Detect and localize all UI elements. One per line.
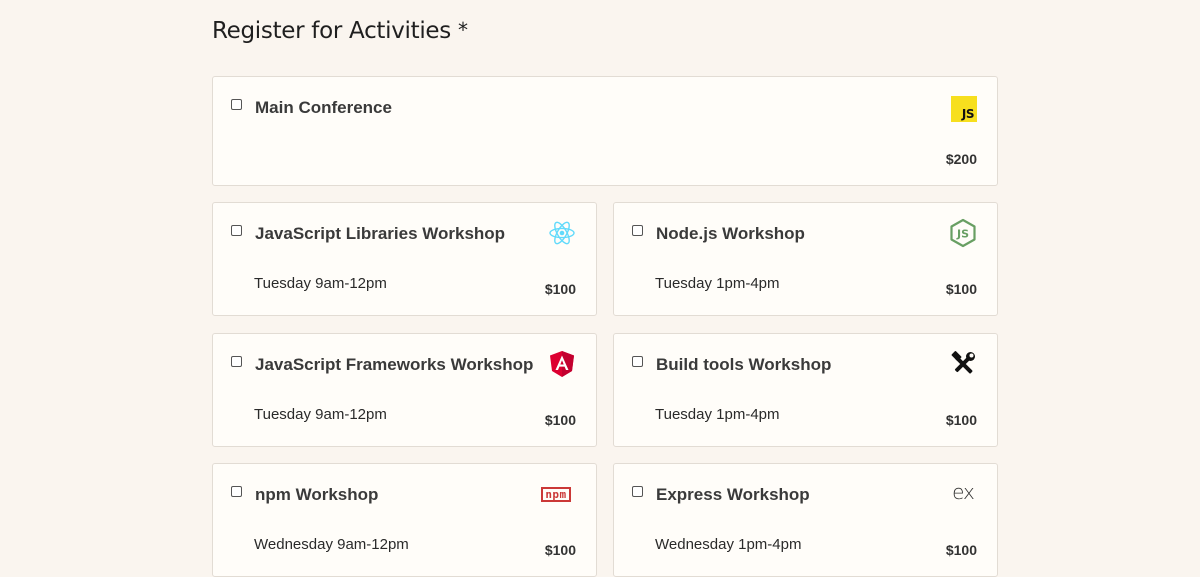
activity-price: $100 — [544, 542, 576, 558]
activity-price: $100 — [945, 542, 977, 558]
activity-card-main-conference[interactable]: Main Conference JS $200 — [212, 76, 998, 186]
activity-time: Tuesday 9am-12pm — [254, 406, 387, 423]
activity-card-nodejs[interactable]: Node.js Workshop JS Tuesday 1pm-4pm $100 — [613, 202, 998, 316]
activity-name: Build tools Workshop — [656, 355, 832, 374]
activity-card-npm[interactable]: npm Workshop npm Wednesday 9am-12pm $100 — [212, 463, 597, 577]
javascript-icon: JS — [951, 96, 977, 122]
activity-name: Node.js Workshop — [656, 224, 805, 243]
activity-price: $100 — [544, 412, 576, 428]
section-heading: Register for Activities * — [212, 18, 468, 44]
activity-checkbox[interactable] — [632, 225, 643, 236]
activity-price: $100 — [945, 281, 977, 297]
angular-icon — [548, 350, 576, 378]
express-icon-text: ex — [952, 480, 975, 504]
express-icon: ex — [949, 478, 977, 506]
heading-title: Register for Activities — [212, 18, 451, 44]
activity-card-build-tools[interactable]: Build tools Workshop Tuesday 1pm-4pm $10… — [613, 333, 998, 447]
activity-card-js-libraries[interactable]: JavaScript Libraries Workshop Tuesday 9a… — [212, 202, 597, 316]
activity-price: $200 — [945, 151, 977, 167]
npm-icon-text: npm — [541, 486, 571, 502]
activity-time: Tuesday 1pm-4pm — [655, 275, 780, 292]
activity-name: JavaScript Libraries Workshop — [255, 224, 506, 243]
activity-checkbox[interactable] — [632, 486, 643, 497]
activity-checkbox[interactable] — [632, 356, 643, 367]
activity-name: Main Conference — [255, 98, 392, 117]
activity-time: Tuesday 9am-12pm — [254, 275, 387, 292]
activity-time: Wednesday 1pm-4pm — [655, 536, 802, 553]
npm-icon: npm — [536, 480, 576, 508]
react-icon — [548, 219, 576, 247]
activity-time: Tuesday 1pm-4pm — [655, 406, 780, 423]
nodejs-icon: JS — [949, 218, 977, 248]
activity-name: Express Workshop — [656, 485, 810, 504]
activity-card-express[interactable]: Express Workshop ex Wednesday 1pm-4pm $1… — [613, 463, 998, 577]
javascript-icon-text: JS — [961, 107, 975, 121]
activity-price: $100 — [544, 281, 576, 297]
activity-time: Wednesday 9am-12pm — [254, 536, 409, 553]
required-asterisk: * — [457, 18, 468, 42]
activity-name: JavaScript Frameworks Workshop — [255, 355, 534, 374]
activity-name: npm Workshop — [255, 485, 379, 504]
svg-text:JS: JS — [956, 228, 969, 241]
build-tools-icon — [949, 350, 977, 378]
activity-checkbox[interactable] — [231, 356, 242, 367]
activity-price: $100 — [945, 412, 977, 428]
activity-checkbox[interactable] — [231, 225, 242, 236]
activity-card-js-frameworks[interactable]: JavaScript Frameworks Workshop Tuesday 9… — [212, 333, 597, 447]
activity-checkbox[interactable] — [231, 99, 242, 110]
activity-checkbox[interactable] — [231, 486, 242, 497]
